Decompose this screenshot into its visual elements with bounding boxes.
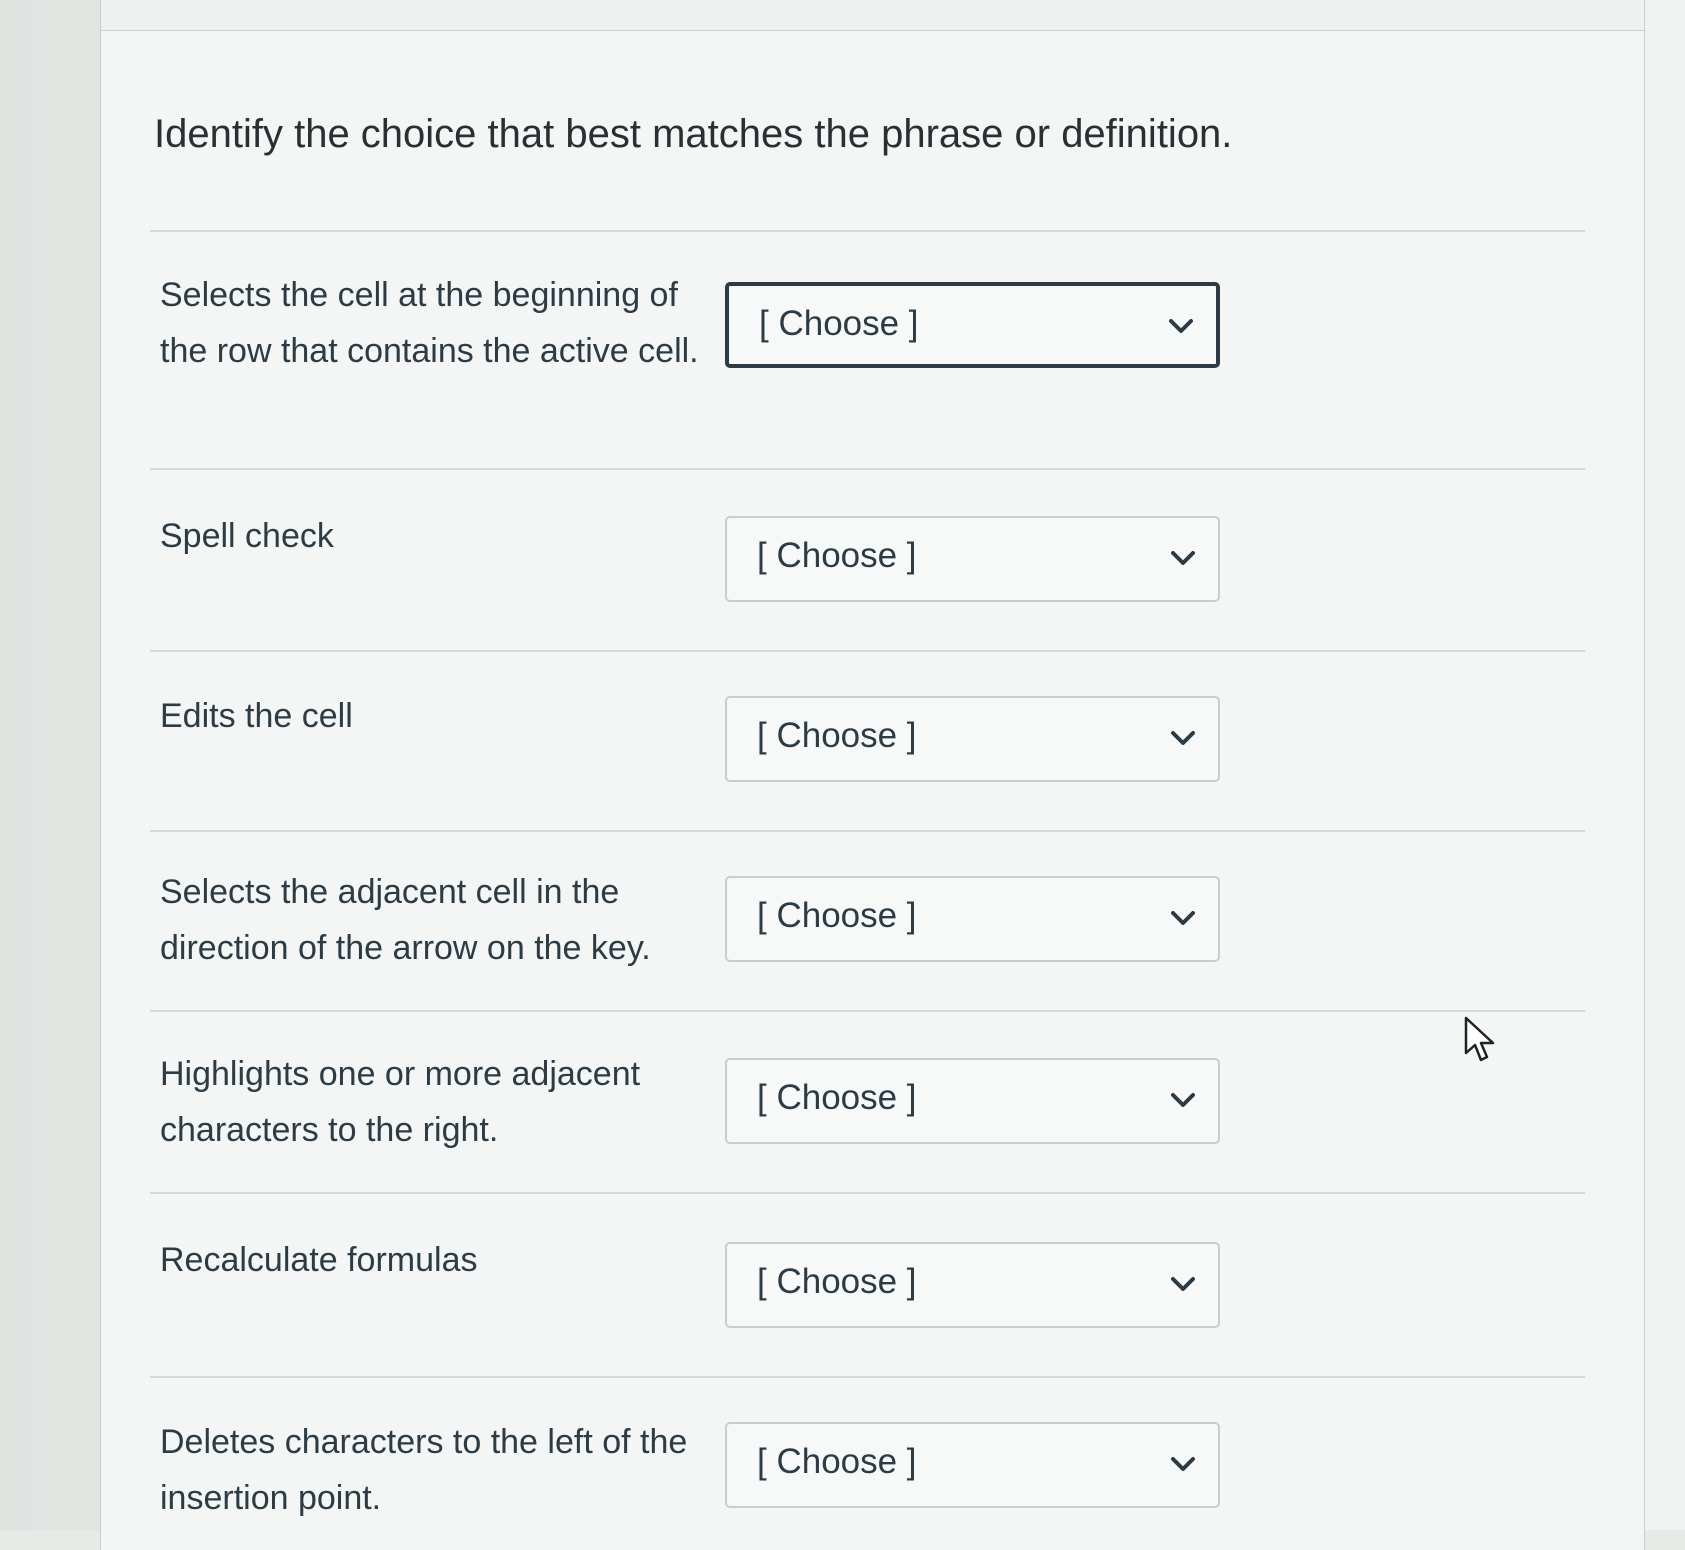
answer-select-7[interactable]: [ Choose ] — [725, 1422, 1220, 1508]
divider — [150, 1010, 1585, 1012]
answer-select-1[interactable]: [ Choose ] — [725, 282, 1220, 368]
answer-select-3[interactable]: [ Choose ] — [725, 696, 1220, 782]
divider — [150, 1376, 1585, 1378]
chevron-down-icon — [1171, 1457, 1195, 1471]
divider — [150, 650, 1585, 652]
answer-select-2[interactable]: [ Choose ] — [725, 516, 1220, 602]
chevron-down-icon — [1171, 551, 1195, 565]
select-value: [ Choose ] — [757, 716, 917, 755]
answer-select-5[interactable]: [ Choose ] — [725, 1058, 1220, 1144]
answer-select-4[interactable]: [ Choose ] — [725, 876, 1220, 962]
select-value: [ Choose ] — [757, 896, 917, 935]
select-value: [ Choose ] — [757, 1262, 917, 1301]
divider — [150, 830, 1585, 832]
match-label-4: Selects the adjacent cell in the directi… — [160, 873, 651, 967]
divider — [150, 1192, 1585, 1194]
chevron-down-icon — [1169, 319, 1193, 333]
mouse-pointer-icon — [1464, 1016, 1495, 1062]
match-label-3: Edits the cell — [160, 697, 353, 735]
match-label-2: Spell check — [160, 517, 334, 555]
match-label-1: Selects the cell at the beginning of the… — [160, 276, 699, 370]
question-prompt: Identify the choice that best matches th… — [154, 112, 1233, 156]
answer-select-6[interactable]: [ Choose ] — [725, 1242, 1220, 1328]
select-value: [ Choose ] — [757, 1442, 917, 1481]
chevron-down-icon — [1171, 911, 1195, 925]
match-label-6: Recalculate formulas — [160, 1241, 478, 1279]
divider — [150, 230, 1585, 232]
chevron-down-icon — [1171, 1093, 1195, 1107]
chevron-down-icon — [1171, 1277, 1195, 1291]
select-value: [ Choose ] — [757, 536, 917, 575]
match-label-7: Deletes characters to the left of the in… — [160, 1423, 688, 1517]
chevron-down-icon — [1171, 731, 1195, 745]
match-label-5: Highlights one or more adjacent characte… — [160, 1055, 641, 1149]
divider — [150, 468, 1585, 470]
select-value: [ Choose ] — [757, 1078, 917, 1117]
previous-question-area — [100, 0, 1645, 30]
select-value: [ Choose ] — [759, 304, 919, 343]
